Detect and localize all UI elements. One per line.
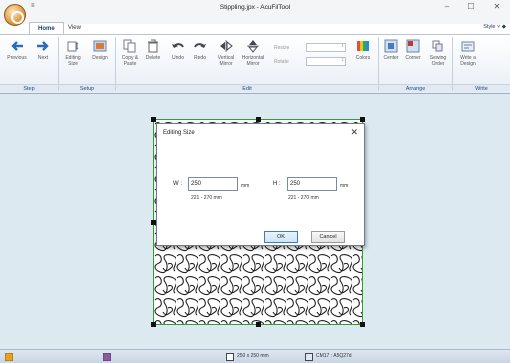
sewing-order-button[interactable]: Sewing Order	[427, 39, 449, 67]
dialog-close-button[interactable]: ✕	[350, 127, 358, 137]
editing-size-dialog: Editing Size ✕ W : 250 mm 221 - 270 mm H…	[156, 123, 365, 246]
resize-handle[interactable]	[151, 322, 156, 327]
copy-paste-button[interactable]: Copy & Paste	[118, 39, 142, 67]
write-design-label: Write a Design	[460, 55, 476, 67]
machine-icon	[305, 353, 313, 361]
corner-button[interactable]: Corner	[403, 39, 423, 61]
group-label-write: Write	[453, 84, 510, 92]
height-range: 221 - 270 mm	[288, 195, 319, 201]
redo-icon	[194, 43, 206, 48]
write-design-button[interactable]: Write a Design	[455, 39, 481, 67]
delete-button[interactable]: Delete	[142, 39, 164, 61]
previous-label: Previous	[7, 55, 27, 61]
colors-icon	[357, 41, 369, 51]
close-button[interactable]: ✕	[488, 1, 506, 13]
style-menu[interactable]: Style ˅ ◆	[483, 24, 506, 30]
previous-button[interactable]: Previous	[6, 39, 28, 61]
horizontal-mirror-label: Horizontal Mirror	[241, 55, 265, 67]
width-unit: mm	[241, 183, 250, 189]
center-icon	[384, 39, 398, 53]
design-label: Design	[92, 55, 108, 61]
copy-icon	[123, 39, 136, 53]
dialog-title: Editing Size	[163, 130, 195, 136]
rotate-command[interactable]: Rotate	[274, 59, 289, 65]
width-field[interactable]: 250	[188, 177, 238, 191]
trash-icon	[148, 39, 158, 53]
editing-size-label: Editing Size	[65, 55, 81, 67]
corner-icon	[406, 39, 420, 53]
resize-handle[interactable]	[256, 322, 261, 327]
colors-button[interactable]: Colors	[352, 39, 374, 61]
design-icon	[93, 40, 107, 52]
height-unit: mm	[340, 183, 349, 189]
group-label-arrange: Arrange	[379, 84, 452, 92]
sewing-order-label: Sewing Order	[429, 55, 447, 67]
arrow-left-icon	[11, 41, 23, 51]
height-label: H :	[273, 181, 281, 187]
group-label-edit: Edit	[116, 84, 378, 92]
undo-icon	[172, 43, 184, 48]
ribbon: Previous Next Editing Size Design Copy &…	[0, 34, 510, 94]
height-field[interactable]: 250	[287, 177, 337, 191]
center-label: Center	[383, 55, 399, 61]
maximize-button[interactable]: ☐	[462, 1, 480, 13]
width-label: W :	[173, 181, 182, 187]
ok-button[interactable]: OK	[264, 231, 298, 243]
cancel-button[interactable]: Cancel	[311, 231, 345, 243]
resize-handle[interactable]	[360, 322, 365, 327]
rotate-spinner[interactable]	[306, 57, 346, 66]
write-design-icon	[461, 41, 475, 52]
group-divider	[58, 37, 59, 91]
resize-spinner[interactable]	[306, 43, 346, 52]
hoop-model-status: CM17 : A5Q27d	[316, 353, 352, 359]
resize-command[interactable]: Resize	[274, 45, 289, 51]
editing-size-button[interactable]: Editing Size	[62, 39, 84, 67]
group-label-step: Step	[0, 84, 58, 92]
group-divider	[378, 37, 379, 91]
resize-handle[interactable]	[256, 117, 261, 122]
undo-button[interactable]: Undo	[168, 39, 188, 61]
next-label: Next	[37, 55, 49, 61]
sewing-order-icon	[432, 40, 443, 52]
group-label-setup: Setup	[59, 84, 115, 92]
redo-button[interactable]: Redo	[190, 39, 210, 61]
design-button[interactable]: Design	[89, 39, 111, 61]
resize-handle[interactable]	[360, 117, 365, 122]
redo-label: Redo	[194, 55, 206, 61]
center-button[interactable]: Center	[381, 39, 401, 61]
status-bar: 250 x 250 mm CM17 : A5Q27d	[0, 349, 510, 363]
arrow-right-icon	[37, 41, 49, 51]
delete-label: Delete	[145, 55, 161, 61]
minimize-button[interactable]: –	[438, 1, 456, 13]
editing-size-icon	[67, 41, 79, 52]
vertical-mirror-label: Vertical Mirror	[217, 55, 235, 67]
next-button[interactable]: Next	[32, 39, 54, 61]
copy-paste-label: Copy & Paste	[121, 55, 139, 67]
window-title: Stippling.jpx - AcuFilTool	[219, 4, 291, 11]
hoop-icon	[226, 353, 234, 361]
horizontal-mirror-icon	[247, 40, 259, 53]
status-color-icon	[5, 353, 13, 361]
vertical-mirror-button[interactable]: Vertical Mirror	[215, 39, 237, 67]
width-range: 221 - 270 mm	[191, 195, 222, 201]
horizontal-mirror-button[interactable]: Horizontal Mirror	[240, 39, 266, 67]
colors-label: Colors	[355, 55, 371, 61]
group-divider	[452, 37, 453, 91]
title-bar: ≡ Stippling.jpx - AcuFilTool – ☐ ✕	[0, 0, 510, 26]
undo-label: Undo	[172, 55, 184, 61]
vertical-mirror-icon	[220, 40, 233, 52]
thread-color-icon	[103, 353, 111, 361]
hoop-size-status: 250 x 250 mm	[237, 353, 269, 359]
resize-handle[interactable]	[151, 117, 156, 122]
group-divider	[115, 37, 116, 91]
corner-label: Corner	[405, 55, 421, 61]
